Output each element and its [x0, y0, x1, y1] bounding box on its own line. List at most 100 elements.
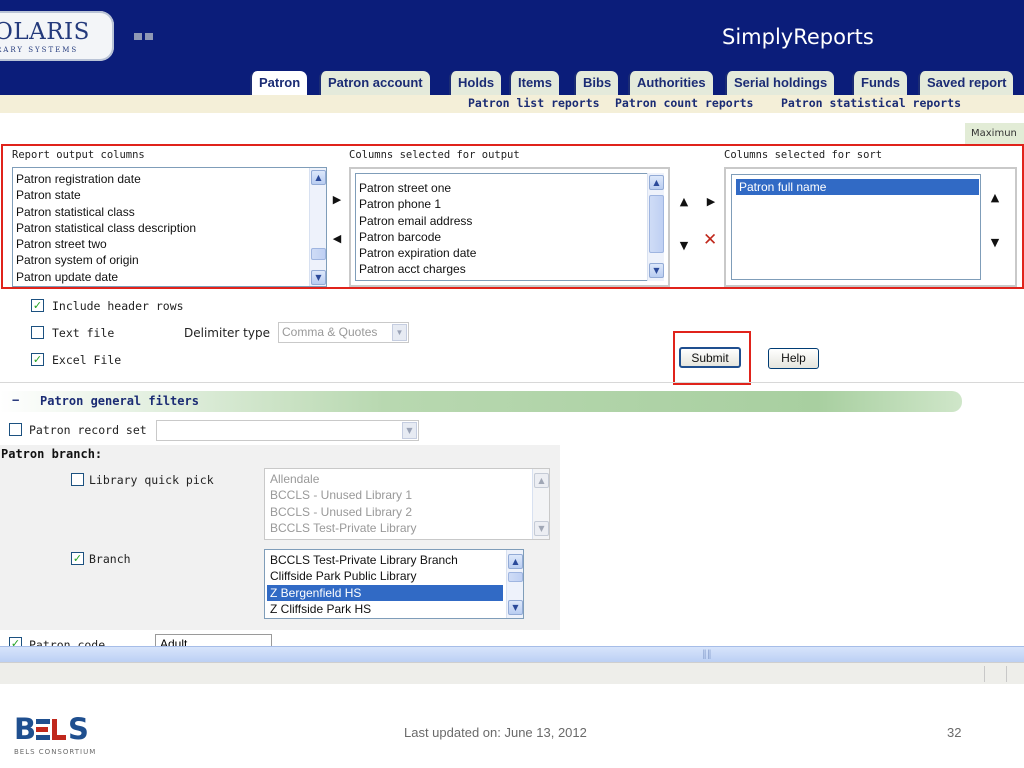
list-item[interactable]: Patron statistical class	[13, 204, 326, 220]
list-item[interactable]: Allendale	[267, 471, 549, 487]
remove-column-arrow-icon[interactable]: ◀	[330, 232, 344, 246]
scroll-thumb[interactable]	[649, 195, 664, 253]
move-down-icon[interactable]: ▼	[988, 236, 1002, 250]
link-patron-statistical-reports[interactable]: Patron statistical reports	[781, 96, 961, 110]
sub-navigation: Patron list reports Patron count reports…	[0, 95, 1024, 113]
list-item[interactable]: Patron street one	[356, 180, 647, 196]
tab-bar: Patron Patron account Holds Items Bibs A…	[0, 71, 1024, 95]
list-item[interactable]: Patron system of origin	[13, 252, 326, 268]
scroll-thumb[interactable]	[508, 572, 523, 582]
scroll-grip-icon[interactable]: ║║	[702, 650, 712, 659]
list-item[interactable]: Patron barcode	[356, 229, 647, 245]
status-bar	[0, 662, 1024, 684]
scroll-up-icon[interactable]: ▲	[649, 175, 664, 190]
filters-title: Patron general filters	[40, 394, 199, 408]
list-item[interactable]: Patron phone 1	[356, 196, 647, 212]
scroll-up-icon[interactable]: ▲	[508, 554, 523, 569]
list-item[interactable]: Patron street two	[13, 236, 326, 252]
help-button[interactable]: Help	[768, 348, 819, 369]
patron-record-set-checkbox[interactable]	[9, 423, 22, 436]
library-quick-pick-list[interactable]: Allendale BCCLS - Unused Library 1 BCCLS…	[264, 468, 550, 540]
vertical-scrollbar[interactable]: ▲ ▼	[506, 550, 523, 618]
text-file-label: Text file	[52, 326, 115, 340]
list-item[interactable]: Patron state	[13, 187, 326, 203]
remove-sort-icon[interactable]: ✕	[703, 230, 717, 250]
list-item[interactable]: BCCLS Test-Private Library	[267, 520, 549, 536]
status-divider	[984, 666, 985, 682]
list-item[interactable]: Patron update date	[13, 269, 326, 285]
list-item[interactable]: Patron full name	[736, 179, 979, 196]
tab-funds[interactable]: Funds	[852, 71, 907, 95]
move-up-icon[interactable]: ▲	[988, 191, 1002, 205]
tab-patron[interactable]: Patron	[250, 71, 308, 95]
chevron-down-icon: ▼	[402, 422, 417, 439]
scroll-down-icon[interactable]: ▼	[649, 263, 664, 278]
list-item[interactable]: Patron statistical class description	[13, 220, 326, 236]
include-header-checkbox[interactable]: ✓	[31, 299, 44, 312]
submit-button[interactable]: Submit	[679, 347, 741, 368]
branch-checkbox[interactable]: ✓	[71, 552, 84, 565]
tab-bibs[interactable]: Bibs	[574, 71, 619, 95]
add-column-arrow-icon[interactable]: ▶	[330, 193, 344, 207]
add-sort-arrow-icon[interactable]: ▶	[704, 195, 718, 209]
vertical-scrollbar[interactable]: ▲ ▼	[309, 168, 326, 286]
patron-code-checkbox[interactable]: ✓	[9, 637, 22, 646]
horizontal-scrollbar[interactable]: ║║	[0, 646, 1024, 662]
list-item-selected[interactable]: Z Bergenfield HS	[267, 584, 503, 601]
list-item[interactable]: Patron acct charges	[356, 261, 647, 277]
list-item[interactable]: Cliffside Park Public Library	[267, 568, 503, 584]
vertical-scrollbar[interactable]: ▲ ▼	[647, 173, 664, 281]
collapse-icon[interactable]: −	[12, 393, 19, 407]
list-item[interactable]: Patron email address	[356, 213, 647, 229]
tab-authorities[interactable]: Authorities	[628, 71, 713, 95]
patron-branch-title: Patron branch:	[1, 447, 103, 461]
link-patron-list-reports[interactable]: Patron list reports	[468, 96, 600, 110]
link-patron-count-reports[interactable]: Patron count reports	[615, 96, 753, 110]
patron-code-select[interactable]: Adult	[155, 634, 272, 646]
bels-logo: B S BELS CONSORTIUM	[14, 712, 114, 758]
vertical-scrollbar[interactable]: ▲ ▼	[532, 469, 549, 539]
columns-selected-output-label: Columns selected for output	[349, 149, 520, 161]
excel-file-checkbox[interactable]: ✓	[31, 353, 44, 366]
patron-general-filters-header[interactable]: − Patron general filters	[0, 391, 962, 412]
columns-selected-sort-list[interactable]: Patron full name ▲ ▼	[724, 167, 1017, 287]
columns-selected-sort-label: Columns selected for sort	[724, 149, 883, 161]
list-item[interactable]: Patron expiration date	[356, 245, 647, 261]
scroll-up-icon[interactable]: ▲	[534, 473, 549, 488]
branch-list[interactable]: BCCLS Test-Private Library Branch Cliffs…	[264, 549, 524, 619]
library-quick-pick-checkbox[interactable]	[71, 473, 84, 486]
columns-selected-output-list[interactable]: Patron street one Patron phone 1 Patron …	[349, 167, 670, 287]
text-file-checkbox[interactable]	[31, 326, 44, 339]
svg-text:S: S	[68, 712, 89, 746]
tab-saved-reports[interactable]: Saved report	[918, 71, 1014, 95]
list-item[interactable]: Z Cliffside Park HS	[267, 601, 503, 617]
tab-holds[interactable]: Holds	[449, 71, 502, 95]
tab-patron-account[interactable]: Patron account	[319, 71, 430, 95]
delimiter-type-select[interactable]: Comma & Quotes ▼	[278, 322, 409, 343]
chevron-down-icon: ▼	[392, 324, 407, 341]
scroll-down-icon[interactable]: ▼	[534, 521, 549, 536]
delimiter-type-value: Comma & Quotes	[282, 325, 378, 339]
polaris-logo-subtext: RARY SYSTEMS	[0, 46, 79, 54]
list-item[interactable]: BCCLS - Unused Library 1	[267, 487, 549, 503]
scroll-thumb[interactable]	[311, 248, 326, 260]
report-output-columns-label: Report output columns	[12, 149, 145, 161]
list-item[interactable]: Patron registration date	[13, 171, 326, 187]
scroll-up-icon[interactable]: ▲	[311, 170, 326, 185]
scroll-down-icon[interactable]: ▼	[508, 600, 523, 615]
list-item[interactable]: BCCLS - Unused Library 2	[267, 504, 549, 520]
tab-items[interactable]: Items	[509, 71, 559, 95]
slide: OLARIS RARY SYSTEMS SimplyReports Patron…	[0, 0, 1024, 768]
patron-code-label: Patron code	[29, 638, 106, 646]
tab-serial-holdings[interactable]: Serial holdings	[725, 71, 835, 95]
move-up-icon[interactable]: ▲	[677, 195, 691, 209]
patron-code-row: ✓ Patron code Adult	[0, 634, 300, 646]
bels-logo-mark: B S BELS CONSORTIUM	[14, 712, 95, 756]
patron-record-set-select[interactable]: ▼	[156, 420, 419, 441]
scroll-down-icon[interactable]: ▼	[311, 270, 326, 285]
move-down-icon[interactable]: ▼	[677, 239, 691, 253]
branch-label: Branch	[89, 552, 131, 566]
list-item[interactable]: BCCLS Test-Private Library Branch	[267, 552, 503, 568]
report-output-columns-list[interactable]: Patron registration date Patron state Pa…	[12, 167, 327, 287]
logo-square-icon	[145, 33, 153, 40]
